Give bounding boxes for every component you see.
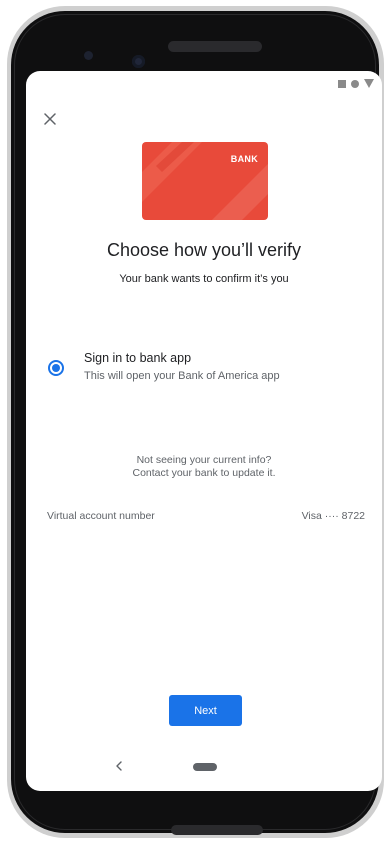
front-camera-icon [132,55,145,68]
earpiece-speaker [168,41,262,52]
next-button[interactable]: Next [169,695,242,726]
option-title: Sign in to bank app [84,351,192,365]
close-icon [44,113,56,125]
bank-card-label: BANK [230,154,258,164]
help-line-2: Contact your bank to update it. [132,467,276,479]
close-button[interactable] [38,107,62,131]
app-screen: BANK Choose how you’ll verify Your bank … [26,71,382,791]
help-text: Not seeing your current info? Contact yo… [26,454,382,480]
bank-card-image: BANK [142,142,268,220]
status-bar-icons [338,79,374,88]
page-subtitle: Your bank wants to confirm it’s you [119,273,289,285]
bottom-speaker [171,825,263,835]
nav-back-button[interactable] [112,759,126,773]
option-description: This will open your Bank of America app [84,370,280,382]
home-pill-icon[interactable] [193,763,217,771]
status-triangle-icon [364,79,374,88]
status-circle-icon [351,79,359,88]
verify-option-bank-app[interactable]: Sign in to bank app This will open your … [44,348,364,392]
page-title: Choose how you’ll verify [106,240,302,260]
help-line-1: Not seeing your current info? [136,454,272,466]
status-square-icon [338,79,346,88]
account-label: Virtual account number [47,510,155,522]
account-value: Visa ···· 8722 [301,510,365,522]
sensor-icon [84,51,93,60]
back-chevron-icon [116,761,122,771]
radio-selected[interactable] [48,360,64,376]
